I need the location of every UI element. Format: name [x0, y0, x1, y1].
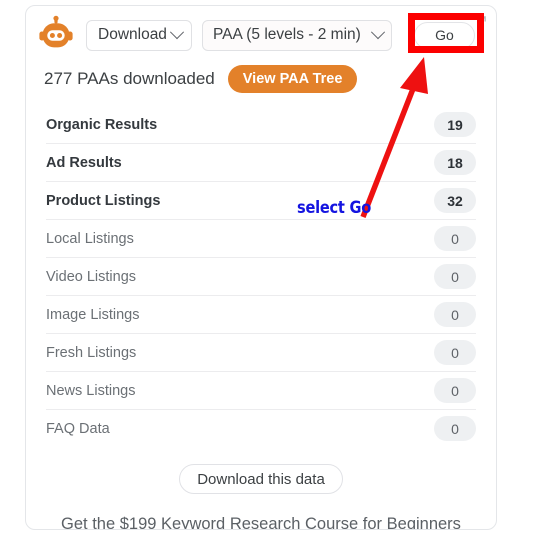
row-label: Organic Results	[46, 116, 158, 133]
summary-row: 277 PAAs downloaded View PAA Tree	[26, 55, 496, 93]
row-count-badge: 32	[434, 188, 476, 213]
table-row[interactable]: Product Listings 32	[46, 182, 476, 220]
view-paa-tree-button[interactable]: View PAA Tree	[227, 65, 358, 93]
chevron-down-icon	[370, 25, 386, 40]
row-count-badge: 19	[434, 112, 476, 137]
row-label: Product Listings	[46, 192, 161, 209]
table-row[interactable]: Image Listings 0	[46, 296, 476, 334]
go-button-highlight-rectangle	[408, 13, 484, 53]
row-count-badge: 0	[434, 378, 476, 403]
table-row[interactable]: FAQ Data 0	[46, 410, 476, 447]
row-count-badge: 0	[434, 302, 476, 327]
select-go-callout-text: select Go	[297, 198, 372, 218]
row-count-badge: 0	[434, 264, 476, 289]
paa-depth-select-value: PAA (5 levels - 2 min)	[212, 26, 361, 43]
table-row[interactable]: News Listings 0	[46, 372, 476, 410]
course-promo-link[interactable]: Get the $199 Keyword Research Course for…	[26, 515, 496, 529]
row-label: Fresh Listings	[46, 344, 137, 361]
table-row[interactable]: Fresh Listings 0	[46, 334, 476, 372]
row-label: FAQ Data	[46, 420, 110, 437]
download-dropdown-button[interactable]: Download	[86, 19, 192, 51]
table-row[interactable]: Local Listings 0	[46, 220, 476, 258]
row-count-badge: 18	[434, 150, 476, 175]
row-count-badge: 0	[434, 340, 476, 365]
row-label: Image Listings	[46, 306, 140, 323]
results-list: Organic Results 19 Ad Results 18 Product Lis…	[26, 106, 496, 447]
download-this-data-button[interactable]: Download this data	[179, 464, 343, 494]
row-label: Video Listings	[46, 268, 137, 285]
table-row[interactable]: Video Listings 0	[46, 258, 476, 296]
paa-results-card: Download PAA (5 levels - 2 min) Go 277 P…	[25, 5, 497, 530]
row-label: Ad Results	[46, 154, 122, 171]
row-label: News Listings	[46, 382, 136, 399]
robot-icon	[39, 15, 73, 48]
row-label: Local Listings	[46, 230, 134, 247]
table-row[interactable]: Organic Results 19	[46, 106, 476, 144]
chevron-down-icon	[169, 25, 185, 40]
card-footer: Download this data Get the $199 Keyword …	[26, 464, 496, 529]
row-count-badge: 0	[434, 416, 476, 441]
paa-downloaded-count-text: 277 PAAs downloaded	[44, 69, 215, 88]
table-row[interactable]: Ad Results 18	[46, 144, 476, 182]
download-dropdown-label: Download	[98, 26, 167, 43]
paa-depth-select[interactable]: PAA (5 levels - 2 min)	[201, 19, 392, 51]
row-count-badge: 0	[434, 226, 476, 251]
